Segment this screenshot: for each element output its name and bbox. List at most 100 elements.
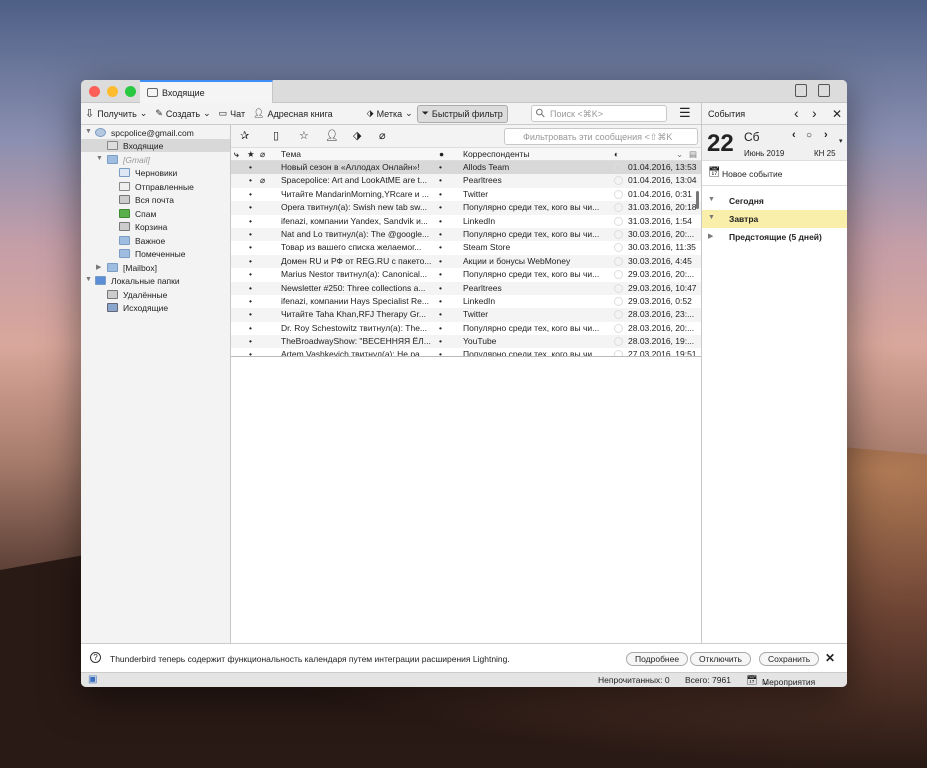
star-toggle[interactable]: • bbox=[249, 189, 252, 199]
message-row[interactable]: • ifenazi, компании Hays Specialist Re...… bbox=[231, 295, 701, 308]
section-tomorrow[interactable]: ▼ Завтра bbox=[702, 210, 847, 228]
expand-arrow-icon[interactable]: ▼ bbox=[85, 276, 92, 283]
read-status-toggle[interactable]: • bbox=[439, 336, 442, 346]
junk-status-icon[interactable] bbox=[614, 176, 623, 186]
folder-account[interactable]: spcpolice@gmail.com bbox=[95, 126, 194, 139]
junk-status-icon[interactable] bbox=[614, 337, 623, 347]
close-icon[interactable]: ✕ bbox=[832, 107, 842, 121]
junk-status-icon[interactable] bbox=[614, 296, 623, 306]
online-status-icon[interactable]: ▣ bbox=[88, 674, 97, 685]
folder-local[interactable]: Локальные папки bbox=[95, 274, 180, 287]
filter-messages-input[interactable]: Фильтровать эти сообщения <⇧⌘K bbox=[504, 128, 698, 145]
expand-arrow-icon[interactable]: ▼ bbox=[96, 155, 103, 162]
junk-column-icon[interactable]: ◐ bbox=[614, 149, 619, 159]
folder-mailbox[interactable]: [Mailbox] bbox=[107, 261, 157, 274]
menu-icon[interactable]: ☰ bbox=[679, 105, 691, 121]
junk-status-icon[interactable] bbox=[614, 350, 623, 356]
star-toggle[interactable]: • bbox=[249, 162, 252, 172]
star-toggle[interactable]: • bbox=[249, 323, 252, 333]
tag-button[interactable]: ⬗ Метка ⌄ bbox=[363, 105, 417, 123]
column-picker-icon[interactable]: ▤ bbox=[689, 149, 697, 160]
chevron-down-icon[interactable]: ⌄ bbox=[140, 108, 148, 119]
junk-status-icon[interactable] bbox=[614, 163, 623, 172]
star-toggle[interactable]: • bbox=[249, 256, 252, 266]
star-column-icon[interactable]: ★ bbox=[247, 149, 255, 160]
read-status-toggle[interactable]: • bbox=[439, 242, 442, 252]
sort-chevron-icon[interactable]: ⌄ bbox=[676, 149, 683, 160]
write-button[interactable]: ✎ Создать ⌄ bbox=[151, 105, 214, 123]
collapse-arrow-icon[interactable]: ▶ bbox=[96, 263, 101, 271]
next-day-icon[interactable]: › bbox=[824, 129, 828, 141]
folder-sent[interactable]: Отправленные bbox=[119, 180, 194, 193]
expand-arrow-icon[interactable]: ▼ bbox=[85, 128, 92, 135]
folder-inbox[interactable]: Входящие bbox=[81, 139, 230, 152]
junk-status-icon[interactable] bbox=[614, 216, 623, 226]
column-subject[interactable]: Тема bbox=[281, 149, 301, 159]
column-correspondents[interactable]: Корреспонденты bbox=[463, 149, 530, 159]
attachment-column-icon[interactable]: ⌀ bbox=[260, 149, 265, 160]
read-status-toggle[interactable]: • bbox=[439, 189, 442, 199]
star-toggle[interactable]: • bbox=[249, 349, 252, 356]
folder-trash[interactable]: Корзина bbox=[119, 220, 167, 233]
star-toggle[interactable]: • bbox=[249, 296, 252, 306]
message-row[interactable]: • Домен RU и РФ от REG.RU с пакето... • Акц… bbox=[231, 254, 701, 269]
star-toggle[interactable]: • bbox=[249, 309, 252, 319]
read-status-toggle[interactable]: • bbox=[439, 283, 442, 293]
folder-starred[interactable]: Помеченные bbox=[119, 247, 186, 260]
star-toggle[interactable]: • bbox=[249, 242, 252, 252]
star-toggle[interactable]: • bbox=[249, 175, 252, 185]
read-status-toggle[interactable]: • bbox=[439, 296, 442, 306]
keep-button[interactable]: Сохранить bbox=[759, 652, 820, 666]
quick-filter-button[interactable]: ⏷ Быстрый фильтр bbox=[416, 104, 508, 123]
disable-button[interactable]: Отключить bbox=[690, 652, 751, 666]
section-upcoming[interactable]: ▶ Предстоящие (5 дней) bbox=[702, 228, 847, 246]
today-icon[interactable]: ○ bbox=[806, 130, 812, 141]
folder-all-mail[interactable]: Вся почта bbox=[119, 193, 174, 206]
close-window-button[interactable] bbox=[89, 86, 100, 97]
read-status-toggle[interactable]: • bbox=[439, 309, 442, 319]
folder-deleted[interactable]: Удалённые bbox=[107, 288, 167, 301]
folder-gmail[interactable]: [Gmail] bbox=[107, 153, 150, 166]
read-status-toggle[interactable]: • bbox=[439, 202, 442, 212]
folder-spam[interactable]: Спам bbox=[119, 207, 156, 220]
minimize-window-button[interactable] bbox=[107, 86, 118, 97]
folder-important[interactable]: Важное bbox=[119, 234, 165, 247]
star-toggle[interactable]: • bbox=[249, 269, 252, 279]
star-toggle[interactable]: • bbox=[249, 229, 252, 239]
tasks-tab-icon[interactable] bbox=[818, 84, 830, 97]
message-row[interactable]: • Marius Nestor твитнул(а): Canonical... •… bbox=[231, 268, 701, 281]
dropdown-icon[interactable]: ▾ bbox=[839, 137, 843, 145]
close-icon[interactable]: ✕ bbox=[825, 651, 835, 665]
junk-status-icon[interactable] bbox=[614, 229, 623, 239]
get-messages-button[interactable]: ⇩ Получить ⌄ bbox=[81, 105, 151, 123]
section-today[interactable]: ▼ Сегодня bbox=[702, 192, 847, 210]
calendar-tab-icon[interactable] bbox=[795, 84, 807, 97]
prev-day-icon[interactable]: ‹ bbox=[792, 129, 796, 141]
read-status-toggle[interactable]: • bbox=[439, 269, 442, 279]
tag-filter-icon[interactable]: ⬗ bbox=[353, 129, 361, 142]
message-row[interactable]: • Читайте MandarinMorning,YRcare и ... • Tw… bbox=[231, 188, 701, 201]
more-button[interactable]: Подробнее bbox=[626, 652, 689, 666]
read-status-toggle[interactable]: • bbox=[439, 323, 442, 333]
message-row[interactable]: • Читайте Taha Khan,RFJ Therapy Gr... • Twi… bbox=[231, 308, 701, 322]
junk-status-icon[interactable] bbox=[614, 256, 623, 266]
read-status-toggle[interactable]: • bbox=[439, 256, 442, 266]
junk-status-icon[interactable] bbox=[614, 189, 623, 199]
message-row[interactable]: • Новый сезон в «Аллодах Онлайн»! • Allods … bbox=[231, 161, 701, 175]
sticky-pin-icon[interactable]: ✰ bbox=[240, 129, 249, 142]
star-toggle[interactable]: • bbox=[249, 216, 252, 226]
next-icon[interactable]: › bbox=[812, 105, 817, 121]
junk-status-icon[interactable] bbox=[614, 310, 623, 320]
junk-status-icon[interactable] bbox=[614, 203, 623, 213]
read-status-toggle[interactable]: • bbox=[439, 175, 442, 185]
read-status-toggle[interactable]: • bbox=[439, 349, 442, 356]
search-input[interactable]: Поиск <⌘K> bbox=[531, 105, 667, 122]
message-row[interactable]: • Товар из вашего списка желаемог... • Stea… bbox=[231, 241, 701, 254]
junk-status-icon[interactable] bbox=[614, 283, 623, 293]
thread-column-icon[interactable]: ⤷ bbox=[234, 149, 239, 160]
chevron-down-icon[interactable]: ⌄ bbox=[203, 108, 211, 119]
maximize-window-button[interactable] bbox=[125, 86, 136, 97]
message-row[interactable]: • Newsletter #250: Three collections a...… bbox=[231, 281, 701, 295]
read-status-toggle[interactable]: • bbox=[439, 162, 442, 172]
junk-status-icon[interactable] bbox=[614, 270, 623, 280]
